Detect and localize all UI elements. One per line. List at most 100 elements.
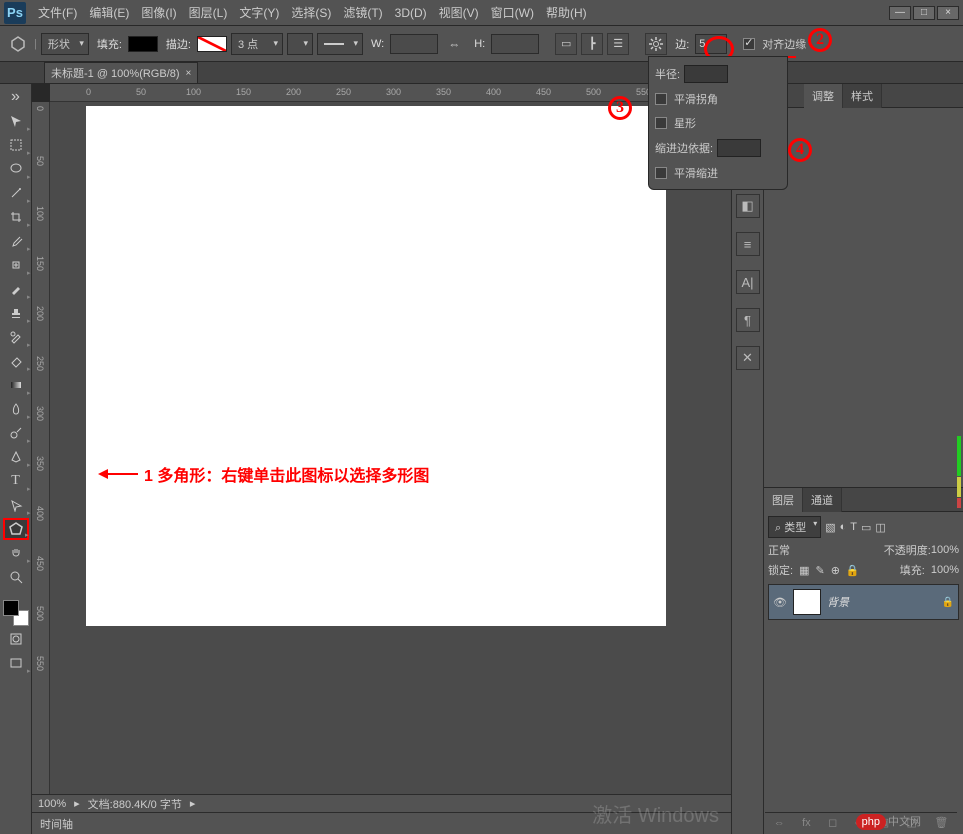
menu-file[interactable]: 文件(F)	[32, 4, 83, 21]
filter-shape-icon[interactable]: ▭	[861, 521, 871, 534]
filter-adjust-icon[interactable]: ◐	[840, 521, 847, 533]
width-input[interactable]	[390, 34, 438, 54]
smooth-corners-checkbox[interactable]	[655, 93, 667, 105]
layer-name[interactable]: 背景	[827, 594, 849, 610]
tool-preset-icon[interactable]: ✕	[736, 346, 760, 370]
type-tool[interactable]: T▸	[3, 470, 29, 492]
menu-3d[interactable]: 3D(D)	[389, 6, 433, 20]
crop-tool[interactable]: ▸	[3, 206, 29, 228]
document-tab[interactable]: 未标题-1 @ 100%(RGB/8) ×	[44, 62, 198, 83]
marquee-tool[interactable]: ▸	[3, 134, 29, 156]
toolbar: » ▸ ▸ ▸ ▸ ▸ ▸ ▸ ▸ ▸ ▸ ▸ ▸ ▸ ▸ ▸ T▸ ▸ ▸ ▸	[0, 84, 32, 834]
path-select-tool[interactable]: ▸	[3, 494, 29, 516]
menu-select[interactable]: 选择(S)	[285, 4, 337, 21]
menu-view[interactable]: 视图(V)	[433, 4, 485, 21]
stroke-type-select[interactable]	[317, 33, 363, 55]
settings-gear-button[interactable]	[645, 33, 667, 55]
ruler-tick: 400	[486, 87, 501, 97]
gradient-tool[interactable]: ▸	[3, 374, 29, 396]
blend-mode-select[interactable]: 正常	[768, 542, 880, 558]
eyedropper-tool[interactable]: ▸	[3, 230, 29, 252]
channels-tab[interactable]: 通道	[803, 488, 842, 512]
delete-layer-icon[interactable]: 🗑	[934, 816, 948, 829]
arrange-button[interactable]: ☰	[607, 33, 629, 55]
maximize-button[interactable]: □	[913, 6, 935, 20]
menu-help[interactable]: 帮助(H)	[540, 4, 593, 21]
close-tab-icon[interactable]: ×	[186, 68, 192, 79]
align-button[interactable]: ┣	[581, 33, 603, 55]
healing-tool[interactable]: ▸	[3, 254, 29, 276]
lock-pixels-icon[interactable]: ✎	[815, 564, 824, 577]
layer-item-background[interactable]: 👁 背景 🔒	[768, 584, 959, 620]
lock-transparent-icon[interactable]: ▦	[799, 564, 809, 577]
canvas[interactable]	[86, 106, 666, 626]
stroke-swatch[interactable]	[197, 36, 227, 52]
filter-smart-icon[interactable]: ◫	[875, 521, 885, 534]
align-edges-checkbox[interactable]	[743, 38, 755, 50]
filter-type-icon[interactable]: T	[850, 521, 857, 533]
tab-toggle-icon[interactable]: »	[3, 86, 29, 108]
layer-filter-select[interactable]: ⌕ 类型	[768, 516, 821, 538]
top-panel-tabs: 调整 样式	[764, 84, 963, 108]
dodge-tool[interactable]: ▸	[3, 422, 29, 444]
stroke-options-select[interactable]	[287, 33, 313, 55]
star-checkbox[interactable]	[655, 117, 667, 129]
fg-bg-swatches[interactable]	[3, 600, 29, 626]
status-more-icon[interactable]: ▸	[190, 797, 196, 810]
current-tool-icon[interactable]	[6, 32, 30, 56]
path-op-button[interactable]: ▭	[555, 33, 577, 55]
layers-tab[interactable]: 图层	[764, 488, 803, 512]
hand-tool[interactable]: ▸	[3, 542, 29, 564]
move-tool[interactable]: ▸	[3, 110, 29, 132]
lock-all-icon[interactable]: 🔒	[846, 564, 860, 577]
zoom-level[interactable]: 100%	[38, 798, 66, 810]
stroke-width-select[interactable]: 3 点	[231, 33, 283, 55]
link-layers-icon[interactable]: ⇔	[774, 817, 785, 829]
lasso-tool[interactable]: ▸	[3, 158, 29, 180]
canvas-viewport[interactable]: 1 多角形：右键单击此图标以选择多形图	[50, 102, 731, 814]
screen-mode-tool[interactable]: ▸	[3, 652, 29, 674]
histogram-panel-icon[interactable]: ◧	[736, 194, 760, 218]
vertical-ruler[interactable]: 0 50 100 150 200 250 300 350 400 450 500…	[32, 102, 50, 814]
menu-image[interactable]: 图像(I)	[135, 4, 182, 21]
filter-image-icon[interactable]: ▧	[825, 521, 835, 534]
styles-tab[interactable]: 样式	[843, 84, 882, 108]
minimize-button[interactable]: —	[889, 6, 911, 20]
menu-edit[interactable]: 编辑(E)	[83, 4, 135, 21]
blur-tool[interactable]: ▸	[3, 398, 29, 420]
paragraph-panel-icon[interactable]: ¶	[736, 308, 760, 332]
menu-type[interactable]: 文字(Y)	[233, 4, 285, 21]
lock-position-icon[interactable]: ⊕	[831, 564, 840, 577]
fg-color-swatch[interactable]	[3, 600, 19, 616]
quickmask-tool[interactable]	[3, 628, 29, 650]
info-panel-icon[interactable]: ≡	[736, 232, 760, 256]
opacity-value[interactable]: 100%	[931, 544, 959, 556]
visibility-toggle-icon[interactable]: 👁	[773, 596, 787, 609]
fill-swatch[interactable]	[128, 36, 158, 52]
stamp-tool[interactable]: ▸	[3, 302, 29, 324]
indent-input[interactable]	[717, 139, 761, 157]
radius-input[interactable]	[684, 65, 728, 83]
history-brush-tool[interactable]: ▸	[3, 326, 29, 348]
menu-filter[interactable]: 滤镜(T)	[337, 4, 388, 21]
menu-layer[interactable]: 图层(L)	[183, 4, 234, 21]
eraser-tool[interactable]: ▸	[3, 350, 29, 372]
layer-mask-icon[interactable]: ◻	[828, 816, 837, 829]
pen-tool[interactable]: ▸	[3, 446, 29, 468]
layer-style-icon[interactable]: fx	[802, 817, 811, 829]
character-panel-icon[interactable]: A|	[736, 270, 760, 294]
smooth-indent-checkbox[interactable]	[655, 167, 667, 179]
height-input[interactable]	[491, 34, 539, 54]
polygon-shape-tool[interactable]: ▸	[3, 518, 29, 540]
fill-opacity-value[interactable]: 100%	[931, 564, 959, 576]
brush-tool[interactable]: ▸	[3, 278, 29, 300]
status-expand-icon[interactable]: ▸	[74, 797, 80, 810]
layer-thumbnail[interactable]	[793, 589, 821, 615]
link-wh-icon[interactable]: ⇔	[442, 32, 466, 56]
shape-mode-select[interactable]: 形状	[41, 33, 89, 55]
adjustments-tab[interactable]: 调整	[804, 84, 843, 108]
magic-wand-tool[interactable]: ▸	[3, 182, 29, 204]
close-button[interactable]: ×	[937, 6, 959, 20]
zoom-tool[interactable]	[3, 566, 29, 588]
menu-window[interactable]: 窗口(W)	[485, 4, 540, 21]
